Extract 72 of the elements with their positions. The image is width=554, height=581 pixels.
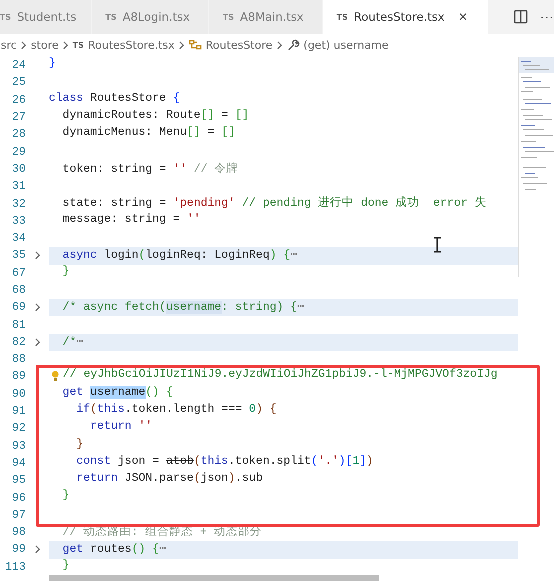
line-number: 34 — [11, 232, 26, 246]
line-number: 69 — [11, 301, 26, 314]
fold-chevron-icon[interactable] — [34, 303, 40, 312]
editor-tab[interactable]: TS A8Login.tsx — [92, 0, 210, 34]
horizontal-scrollbar[interactable] — [49, 575, 379, 581]
line-number: 33 — [11, 214, 26, 228]
line-number: 29 — [11, 146, 26, 159]
lightbulb-icon[interactable] — [52, 371, 59, 382]
line-number: 27 — [11, 111, 26, 124]
line-number: 97 — [11, 508, 26, 522]
editor-tab[interactable]: TS A8Main.tsx — [209, 0, 323, 34]
code-line: } — [62, 558, 71, 574]
code-line: get username() { — [62, 386, 174, 401]
breadcrumb-item[interactable]: RoutesStore — [206, 38, 273, 52]
line-number: 67 — [11, 266, 26, 280]
code-line: } — [62, 489, 71, 504]
breadcrumb-item[interactable]: store — [31, 38, 59, 52]
line-number: 68 — [11, 284, 26, 297]
breadcrumb-item[interactable]: src — [1, 38, 18, 52]
split-editor-icon — [514, 10, 528, 24]
wrench-icon — [286, 38, 300, 52]
more-actions-button[interactable]: ⋯ — [534, 0, 554, 34]
line-number: 94 — [11, 456, 26, 470]
chevron-icon — [178, 40, 185, 50]
code-line: return '' — [89, 420, 154, 436]
editor-tab[interactable]: TS RoutesStore.tsx × — [322, 0, 489, 34]
code-line: // eyJhbGciOiJIUzI1NiJ9.eyJzdWIiOiJhZG1pbiJ9.-l-MjMPGJVOf3zoIJg — [63, 368, 499, 384]
line-number: 88 — [11, 353, 26, 366]
line-number: 32 — [11, 198, 26, 211]
line-number: 93 — [11, 440, 26, 453]
line-number: 95 — [11, 474, 26, 488]
fold-chevron-icon[interactable] — [34, 338, 40, 347]
code-line: dynamicMenus: Menu[] = [] — [62, 126, 236, 142]
line-number: 24 — [11, 59, 26, 72]
line-number: 91 — [11, 405, 26, 418]
chevron-icon — [21, 40, 28, 50]
code-line: } — [76, 438, 85, 453]
line-number: 92 — [11, 422, 26, 436]
line-number: 89 — [11, 370, 26, 384]
line-number: 81 — [11, 318, 26, 332]
line-number: 113 — [4, 560, 26, 574]
code-line: token: string = '' // 令牌 — [62, 162, 240, 178]
chevron-icon — [62, 40, 69, 50]
code-line: } — [49, 57, 57, 72]
fold-chevron-icon[interactable] — [34, 545, 40, 554]
line-number: 35 — [11, 249, 26, 262]
code-line: class RoutesStore { — [49, 92, 182, 107]
line-number: 82 — [11, 336, 26, 349]
code-line: if(this.token.length === 0) { — [76, 402, 278, 418]
text-cursor-icon — [433, 237, 442, 253]
line-number: 96 — [11, 492, 26, 505]
code-line: message: string = '' — [62, 212, 202, 228]
close-button[interactable]: × — [456, 8, 470, 26]
code-line: const json = atob(this.token.split('.')[1]) — [76, 454, 374, 470]
line-number: 98 — [11, 526, 26, 540]
chevron-icon — [276, 40, 283, 50]
line-number: 99 — [11, 543, 26, 556]
code-line: return JSON.parse(json).sub — [76, 472, 264, 488]
class-icon — [188, 39, 202, 51]
breadcrumb-item[interactable]: (get) username — [304, 38, 389, 52]
code-line: dynamicRoutes: Route[] = [] — [62, 108, 250, 124]
line-number: 26 — [11, 94, 26, 107]
line-number: 31 — [11, 180, 26, 194]
code-line: state: string = 'pending' // pending 进行中 done 成功 error 失 — [62, 196, 488, 212]
breadcrumb-item[interactable]: TS RoutesStore.tsx — [72, 38, 175, 52]
code-line: } — [62, 264, 71, 280]
line-number: 90 — [11, 388, 26, 401]
fold-chevron-icon[interactable] — [34, 251, 40, 260]
line-number: 28 — [11, 128, 26, 142]
line-number: 25 — [11, 76, 26, 90]
line-number: 30 — [11, 162, 26, 176]
editor-tab[interactable]: TS Student.ts — [0, 0, 92, 34]
